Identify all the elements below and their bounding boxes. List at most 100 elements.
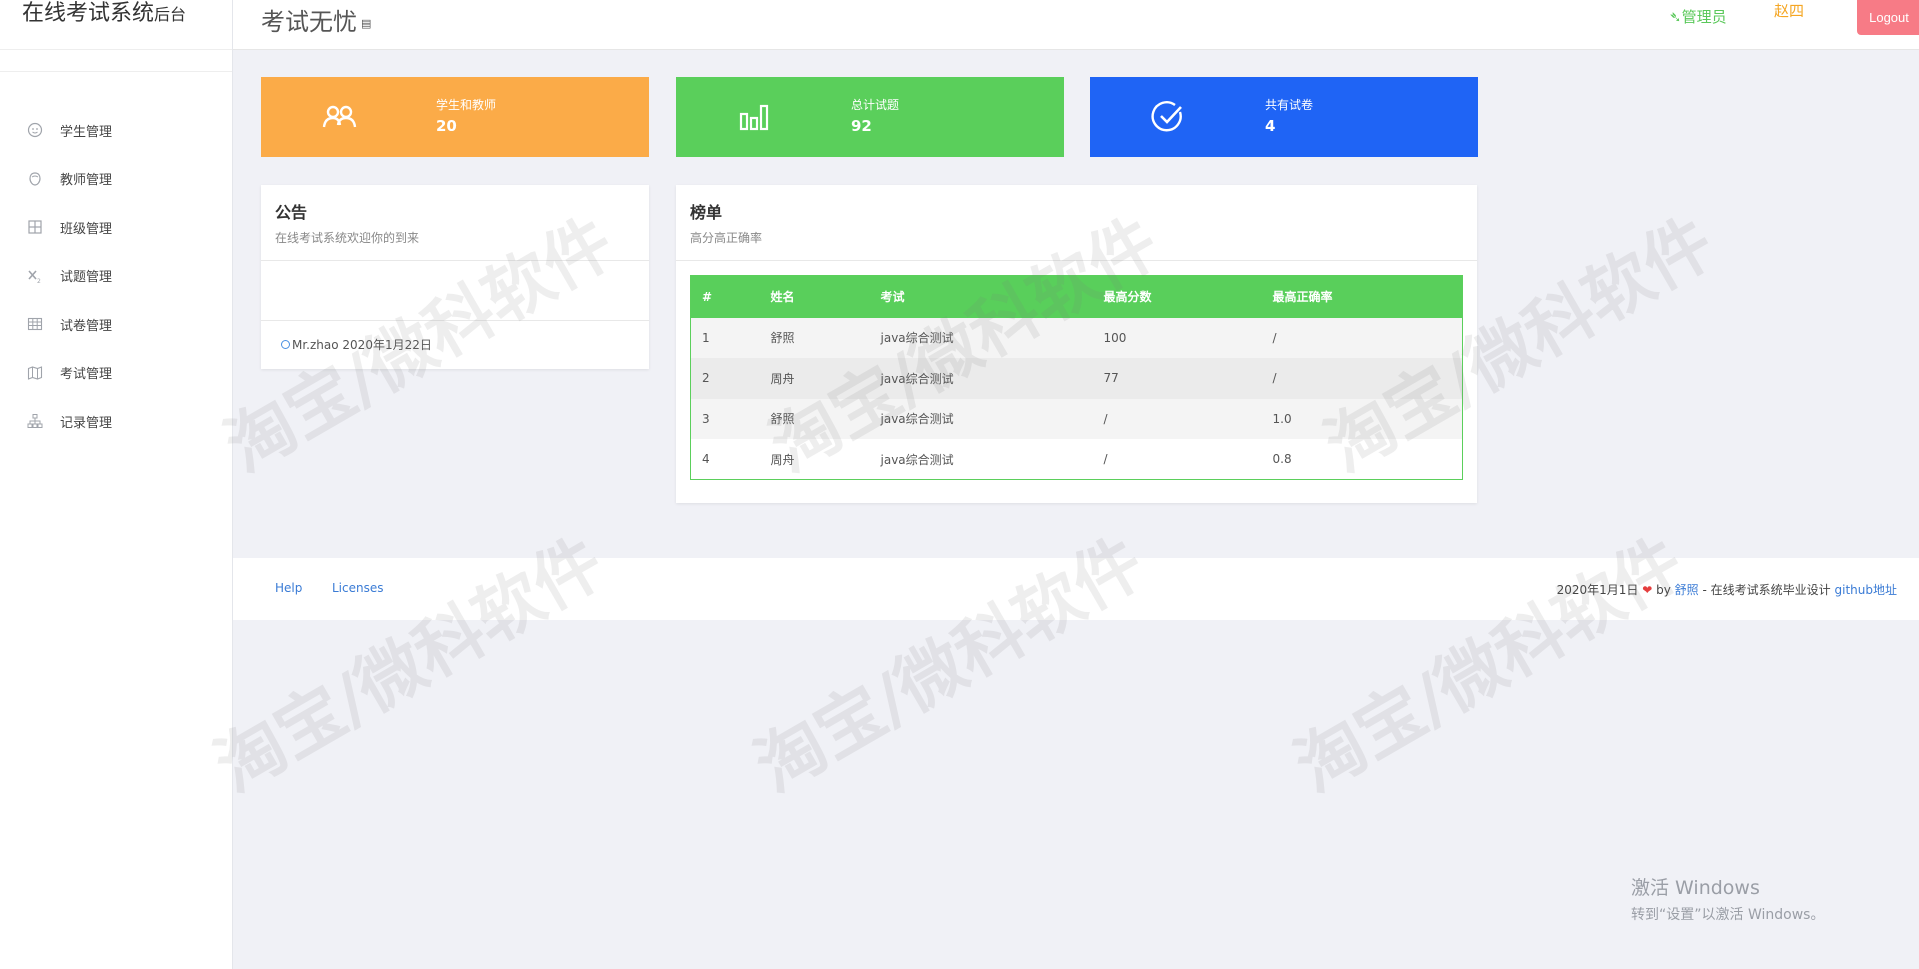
activation-title: 激活 Windows	[1631, 877, 1760, 899]
table-cell: 0.8	[1261, 439, 1463, 480]
stat-card-questions: 总计试题 92	[676, 77, 1064, 157]
sidebar-item-students[interactable]: 学生管理	[0, 106, 232, 155]
table-header-row: # 姓名 考试 最高分数 最高正确率	[690, 275, 1463, 318]
sitemap-icon	[26, 412, 44, 430]
logout-button[interactable]: Logout	[1857, 0, 1919, 35]
footer-credits: 2020年1月1日 ❤ by 舒照 - 在线考试系统毕业设计 github地址	[1557, 581, 1897, 598]
stat-value: 4	[1265, 117, 1276, 135]
student-icon	[26, 121, 44, 139]
table-cell: 周舟	[759, 358, 870, 399]
github-link[interactable]: github地址	[1835, 583, 1898, 597]
page-footer: Help Licenses 2020年1月1日 ❤ by 舒照 - 在线考试系统…	[233, 558, 1919, 620]
table-cell: /	[1092, 439, 1262, 480]
column-header: #	[690, 275, 760, 318]
footer-project: - 在线考试系统毕业设计	[1702, 583, 1831, 597]
table-cell: /	[1261, 317, 1463, 358]
brand-suffix: 后台	[154, 5, 187, 24]
brand[interactable]: 在线考试系统 后台	[0, 0, 232, 50]
table-cell: 100	[1092, 317, 1262, 358]
stat-card-papers: 共有试卷 4	[1090, 77, 1478, 157]
author-link[interactable]: 舒照	[1675, 583, 1699, 597]
ranking-table: # 姓名 考试 最高分数 最高正确率 1 舒照 java综合测试 100 / 2…	[690, 275, 1463, 480]
column-header: 考试	[869, 275, 1093, 318]
sidebar-item-questions[interactable]: 2 试题管理	[0, 252, 232, 301]
table-cell: 舒照	[759, 317, 870, 358]
table-cell: java综合测试	[869, 317, 1093, 358]
watermark: 淘宝/微科软件	[742, 523, 1158, 808]
teacher-icon	[26, 170, 44, 188]
column-header: 姓名	[759, 275, 870, 318]
sidebar-item-label: 试卷管理	[60, 318, 113, 334]
notice-panel: 公告 在线考试系统欢迎你的到来 Mr.zhao 2020年1月22日	[261, 185, 649, 369]
table-cell: /	[1261, 358, 1463, 399]
notice-body	[261, 261, 649, 321]
map-icon	[26, 364, 44, 382]
table-cell: 2	[690, 358, 760, 399]
ranking-header: 榜单 高分高正确率	[676, 185, 1477, 261]
table-cell: java综合测试	[869, 439, 1093, 480]
sidebar-menu: 学生管理 教师管理 班级管理 2 试题管理 试卷管理 考试管理 记录管理	[0, 106, 232, 446]
stat-value: 20	[436, 117, 457, 135]
table-icon	[26, 315, 44, 333]
brand-name: 在线考试系统	[22, 1, 155, 26]
menu-toggle-icon[interactable]: ▤	[361, 17, 371, 30]
table-cell: 4	[690, 439, 760, 480]
sidebar-item-teachers[interactable]: 教师管理	[0, 155, 232, 204]
stat-label: 共有试卷	[1265, 98, 1314, 112]
stat-card-users: 学生和教师 20	[261, 77, 649, 157]
help-link[interactable]: Help	[275, 581, 302, 595]
table-cell: 77	[1092, 358, 1262, 399]
users-icon	[320, 98, 358, 136]
table-cell: 周舟	[759, 439, 870, 480]
bar-chart-icon	[735, 98, 773, 136]
sidebar-divider	[0, 50, 232, 72]
check-circle-icon	[1149, 98, 1187, 136]
ranking-subtitle: 高分高正确率	[690, 231, 763, 245]
role-link[interactable]: ➴管理员	[1669, 6, 1727, 27]
sidebar-item-label: 记录管理	[60, 415, 113, 431]
table-cell: java综合测试	[869, 358, 1093, 399]
table-cell: /	[1092, 398, 1262, 439]
page-title-text: 考试无忧	[261, 8, 357, 36]
watermark: 淘宝/微科软件	[1282, 523, 1698, 808]
column-header: 最高正确率	[1261, 275, 1463, 318]
footer-by: by	[1656, 583, 1671, 597]
table-cell: java综合测试	[869, 398, 1093, 439]
stat-label: 学生和教师	[436, 98, 497, 112]
table-row: 1 舒照 java综合测试 100 /	[690, 317, 1463, 358]
circle-icon	[281, 340, 290, 349]
windows-activation-notice: 激活 Windows 转到“设置”以激活 Windows。	[1631, 873, 1824, 924]
table-row: 4 周舟 java综合测试 / 0.8	[690, 439, 1463, 480]
table-row: 3 舒照 java综合测试 / 1.0	[690, 398, 1463, 439]
notice-header: 公告 在线考试系统欢迎你的到来	[261, 185, 649, 261]
grid-icon	[26, 218, 44, 236]
footer-date: 2020年1月1日	[1556, 583, 1639, 597]
notice-footer: Mr.zhao 2020年1月22日	[261, 321, 649, 368]
key-icon: ➴	[1669, 8, 1682, 26]
sidebar-item-label: 教师管理	[60, 173, 113, 189]
ranking-title: 榜单	[690, 203, 723, 222]
column-header: 最高分数	[1092, 275, 1262, 318]
notice-meta: Mr.zhao 2020年1月22日	[292, 338, 432, 352]
page-title: 考试无忧 ▤	[261, 2, 371, 37]
sidebar-item-exams[interactable]: 考试管理	[0, 349, 232, 398]
top-header: 考试无忧 ▤ ➴管理员 赵四 Logout	[233, 0, 1919, 50]
table-cell: 1	[690, 317, 760, 358]
table-cell: 1.0	[1261, 398, 1463, 439]
ranking-panel: 榜单 高分高正确率 # 姓名 考试 最高分数 最高正确率 1 舒照 java综合…	[676, 185, 1477, 503]
sidebar-item-label: 学生管理	[60, 124, 113, 140]
formula-icon: 2	[26, 267, 44, 285]
sidebar-item-records[interactable]: 记录管理	[0, 397, 232, 446]
sidebar-item-label: 班级管理	[60, 221, 113, 237]
sidebar-item-classes[interactable]: 班级管理	[0, 203, 232, 252]
sidebar-item-label: 考试管理	[60, 367, 113, 383]
notice-subtitle: 在线考试系统欢迎你的到来	[275, 231, 420, 245]
username[interactable]: 赵四	[1774, 0, 1804, 21]
heart-icon: ❤	[1642, 583, 1653, 597]
sidebar-item-papers[interactable]: 试卷管理	[0, 300, 232, 349]
licenses-link[interactable]: Licenses	[332, 581, 384, 595]
notice-title: 公告	[275, 203, 308, 222]
stat-label: 总计试题	[851, 98, 900, 112]
svg-text:2: 2	[37, 278, 41, 284]
stat-value: 92	[851, 117, 872, 135]
